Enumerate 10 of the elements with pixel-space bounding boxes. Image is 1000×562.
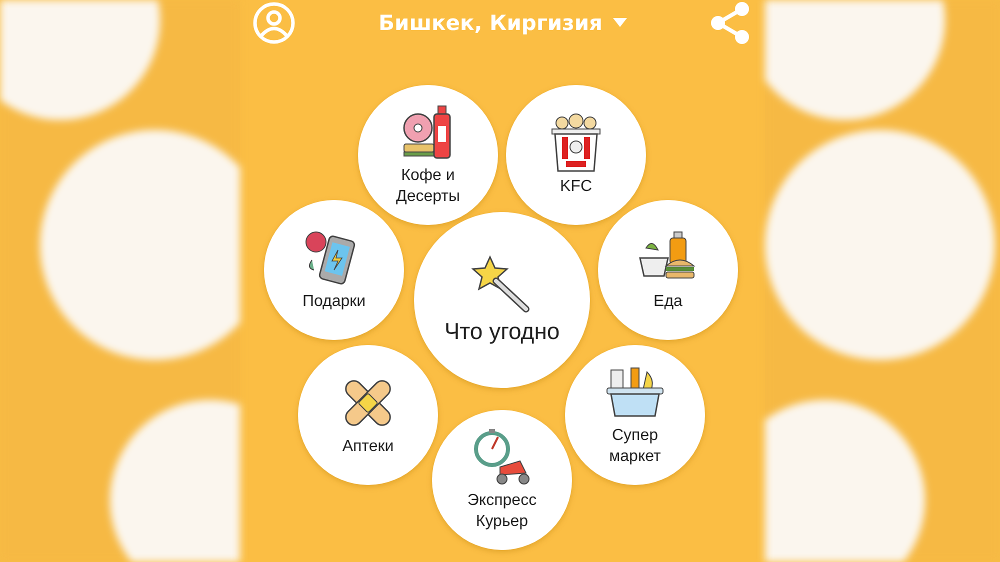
category-button[interactable]: KFC bbox=[506, 85, 646, 225]
caret-icon bbox=[612, 18, 627, 27]
share-icon[interactable] bbox=[709, 0, 751, 44]
category-button[interactable]: Еда bbox=[598, 200, 738, 340]
category-button[interactable]: Кофе и Десерты bbox=[358, 85, 498, 225]
category-button[interactable]: Экспресс Курьер bbox=[432, 410, 572, 550]
user-profile-icon[interactable] bbox=[252, 0, 296, 44]
category-button[interactable]: Аптеки bbox=[298, 345, 438, 485]
category-button[interactable]: Супер маркет bbox=[565, 345, 705, 485]
category-button[interactable]: Что угодно bbox=[414, 212, 590, 388]
